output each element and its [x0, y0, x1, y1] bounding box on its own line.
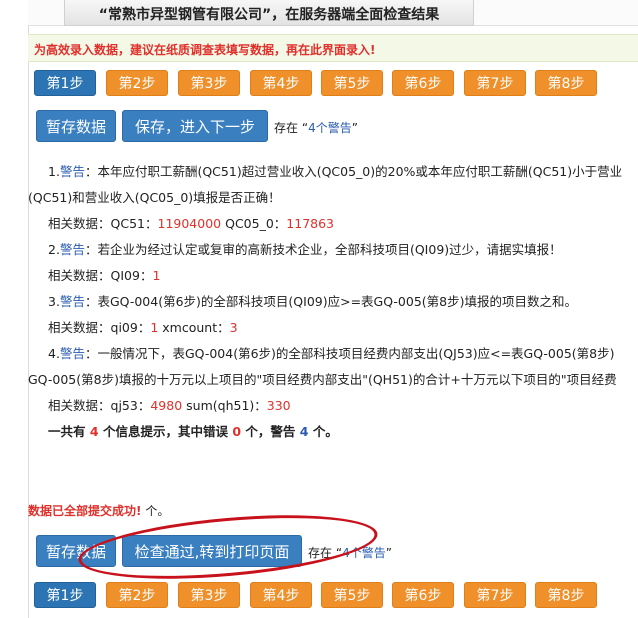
- step-4-button-bottom[interactable]: 第4步: [250, 582, 312, 608]
- step-nav-bottom: 第1步 第2步 第3步 第4步 第5步 第6步 第7步 第8步: [34, 582, 634, 608]
- save-next-button[interactable]: 保存，进入下一步: [122, 110, 268, 142]
- step-1-button[interactable]: 第1步: [34, 70, 96, 96]
- check-results: 1.警告：本年应付职工薪酬(QC51)超过营业收入(QC05_0)的20%或本年…: [28, 158, 638, 478]
- step-6-button[interactable]: 第6步: [392, 70, 454, 96]
- save-status-bottom: 存在 “4个警告”: [308, 544, 392, 561]
- warning-tag[interactable]: 警告: [60, 242, 85, 257]
- step-7-button[interactable]: 第7步: [464, 70, 526, 96]
- result-item-1: 1.警告：本年应付职工薪酬(QC51)超过营业收入(QC05_0)的20%或本年…: [48, 164, 623, 179]
- summary-line: 一共有 4 个信息提示，其中错误 0 个，警告 4 个。: [48, 424, 338, 439]
- status-quote-close: ”: [351, 121, 358, 135]
- page-title: “常熟市异型钢管有限公司”，在服务器端全面检查结果: [98, 7, 440, 23]
- step-8-button-bottom[interactable]: 第8步: [535, 582, 597, 608]
- notice-text: 为高效录入数据，建议在纸质调查表填写数据，再在此界面录入!: [34, 43, 376, 57]
- result-item-3: 3.警告：表GQ-004(第6步)的全部科技项目(QI09)应>=表GQ-005…: [48, 294, 577, 309]
- step-6-button-bottom[interactable]: 第6步: [392, 582, 454, 608]
- status-quote-close: ”: [385, 546, 392, 560]
- temp-save-button[interactable]: 暂存数据: [36, 110, 116, 142]
- step-3-button[interactable]: 第3步: [178, 70, 240, 96]
- step-1-button-bottom[interactable]: 第1步: [34, 582, 96, 608]
- step-nav-top: 第1步 第2步 第3步 第4步 第5步 第6步 第7步 第8步: [34, 70, 634, 96]
- related-data-4: 相关数据：qj53：4980 sum(qh51)：330: [48, 398, 291, 413]
- result-item-4: 4.警告：一般情况下，表GQ-004(第6步)的全部科技项目经费内部支出(QJ5…: [48, 346, 615, 361]
- status-prefix: 存在: [308, 546, 333, 560]
- step-2-button[interactable]: 第2步: [106, 70, 168, 96]
- step-8-button[interactable]: 第8步: [535, 70, 597, 96]
- temp-save-button-bottom[interactable]: 暂存数据: [36, 535, 116, 567]
- submit-success: 数据已全部提交成功! 个。: [28, 504, 170, 518]
- related-data-1: 相关数据：QC51：11904000 QC05_0：117863: [48, 216, 335, 231]
- result-item-1-cont: (QC51)和营业收入(QC05_0)填报是否正确！: [28, 190, 281, 205]
- action-row-top: 暂存数据 保存，进入下一步 存在 “4个警告”: [36, 110, 636, 142]
- status-prefix: 存在: [274, 121, 299, 135]
- result-item-2: 2.警告：若企业为经过认定或复审的高新技术企业，全部科技项目(QI09)过少，请…: [48, 242, 562, 257]
- success-text: 数据已全部提交成功!: [28, 504, 142, 518]
- warning-count-link[interactable]: 4个警告: [342, 546, 386, 560]
- step-7-button-bottom[interactable]: 第7步: [464, 582, 526, 608]
- notice-bar: 为高效录入数据，建议在纸质调查表填写数据，再在此界面录入!: [28, 34, 638, 62]
- title-tab: “常熟市异型钢管有限公司”，在服务器端全面检查结果: [64, 0, 474, 26]
- title-bar: “常熟市异型钢管有限公司”，在服务器端全面检查结果: [28, 0, 638, 26]
- warning-count-link[interactable]: 4个警告: [308, 121, 352, 135]
- step-2-button-bottom[interactable]: 第2步: [106, 582, 168, 608]
- step-3-button-bottom[interactable]: 第3步: [178, 582, 240, 608]
- step-5-button[interactable]: 第5步: [321, 70, 383, 96]
- related-data-3: 相关数据：qi09：1 xmcount：3: [48, 320, 238, 335]
- save-status: 存在 “4个警告”: [274, 119, 358, 136]
- warning-tag[interactable]: 警告: [60, 164, 85, 179]
- result-item-4-cont: GQ-005(第8步)填报的十万元以上项目的"项目经费内部支出"(QH51)的合…: [28, 372, 617, 387]
- warning-tag[interactable]: 警告: [60, 346, 85, 361]
- step-5-button-bottom[interactable]: 第5步: [321, 582, 383, 608]
- check-print-button[interactable]: 检查通过,转到打印页面: [122, 535, 302, 567]
- related-data-2: 相关数据：QI09：1: [48, 268, 161, 283]
- warning-tag[interactable]: 警告: [60, 294, 85, 309]
- action-row-bottom: 暂存数据 检查通过,转到打印页面 存在 “4个警告”: [36, 535, 636, 567]
- step-4-button[interactable]: 第4步: [250, 70, 312, 96]
